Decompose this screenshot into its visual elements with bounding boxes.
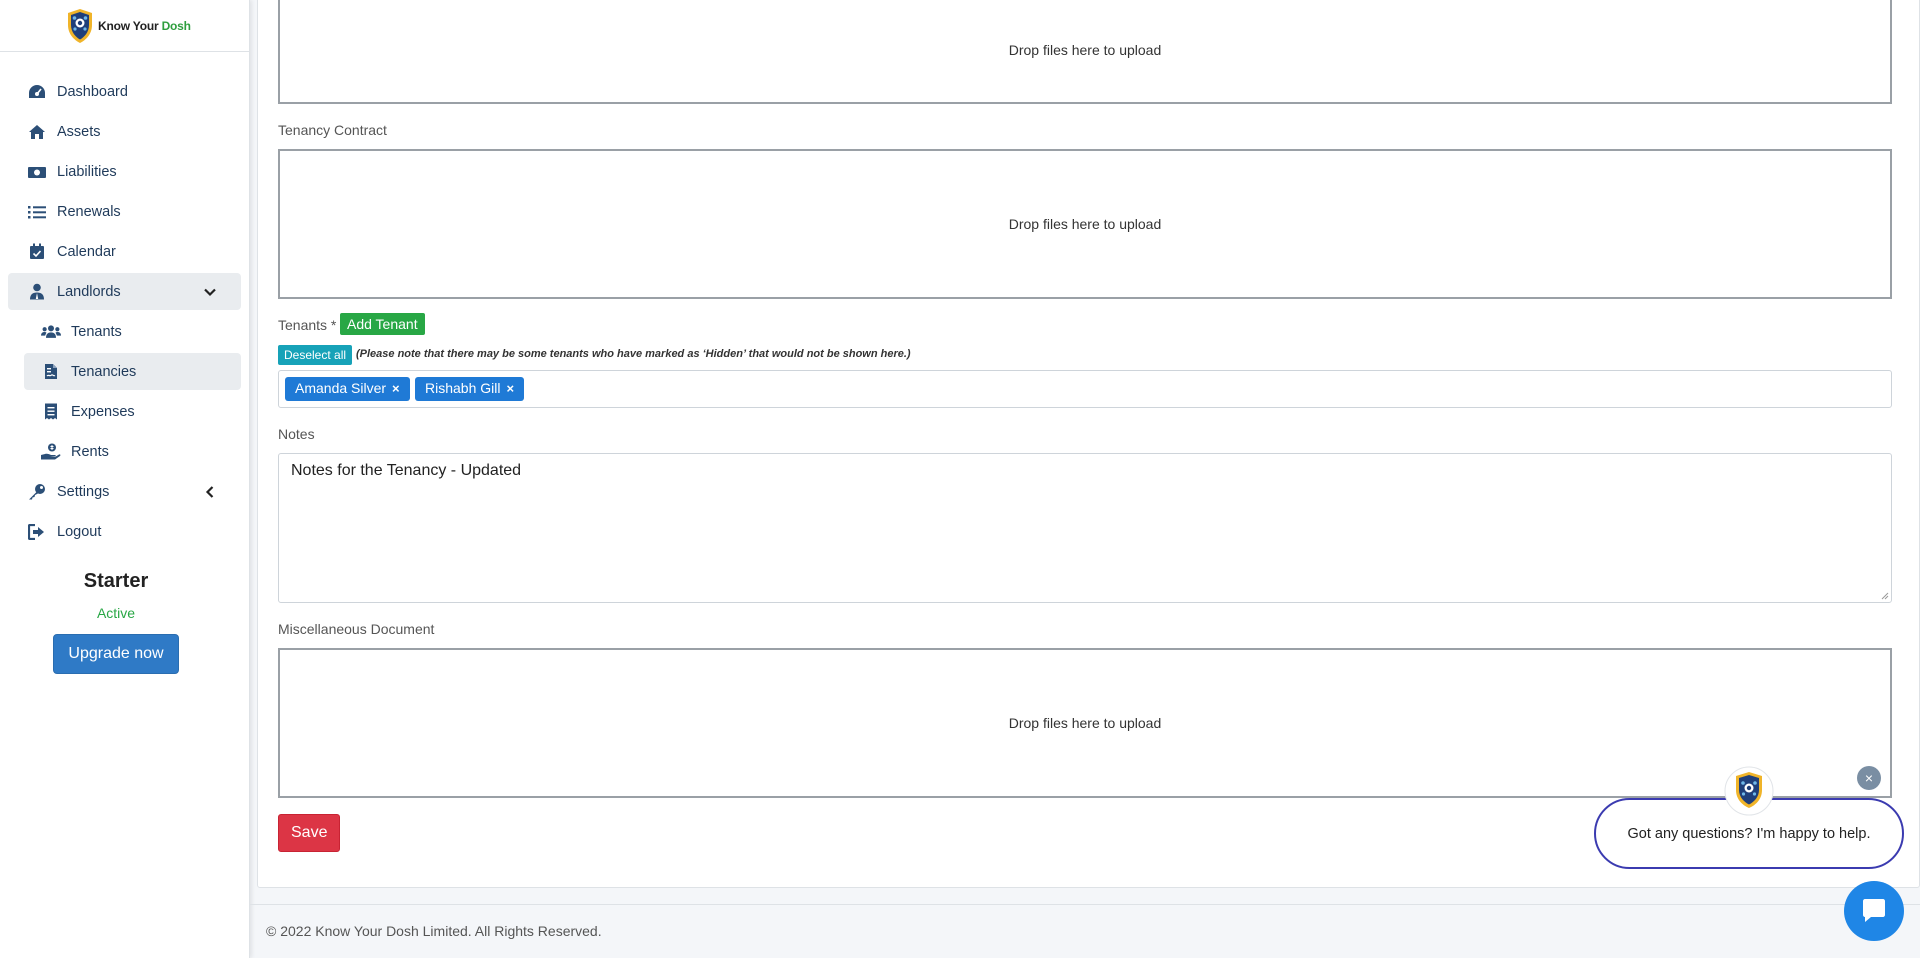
sidebar-item-label: Settings <box>57 483 110 500</box>
sidebar-item-label: Liabilities <box>57 163 117 180</box>
dropzone-text: Drop files here to upload <box>1008 42 1162 58</box>
deselect-all-button[interactable]: Deselect all <box>278 345 353 365</box>
dropzone-previous[interactable]: Drop files here to upload <box>278 0 1892 104</box>
money-bill-icon <box>27 163 47 181</box>
sidebar-item-label: Landlords <box>57 283 121 300</box>
sidebar-item-label: Tenancies <box>71 363 137 380</box>
dropzone-misc-document[interactable]: Drop files here to upload <box>278 648 1892 798</box>
shield-logo-icon <box>68 8 92 43</box>
sidebar-item-label: Tenants <box>71 323 122 340</box>
sidebar-item-renewals[interactable]: Renewals <box>8 193 241 230</box>
tenant-tag-label: Rishabh Gill <box>425 380 501 396</box>
list-icon <box>27 203 47 221</box>
resize-handle-icon[interactable] <box>1881 592 1889 600</box>
tenants-note: (Please note that there may be some tena… <box>356 348 911 360</box>
tachometer-icon <box>27 83 47 101</box>
chat-avatar-icon <box>1724 766 1774 816</box>
sidebar-item-tenancies[interactable]: Tenancies <box>24 353 241 390</box>
sidebar-item-liabilities[interactable]: Liabilities <box>8 153 241 190</box>
sidebar-item-label: Rents <box>71 443 109 460</box>
sidebar-item-landlords[interactable]: Landlords <box>8 273 241 310</box>
sidebar-item-label: Assets <box>57 123 101 140</box>
receipt-icon <box>41 403 61 421</box>
chat-message: Got any questions? I'm happy to help. <box>1627 825 1871 842</box>
tenant-tag-label: Amanda Silver <box>295 380 387 396</box>
remove-tag-icon[interactable]: × <box>506 381 514 396</box>
footer-copyright: © 2022 Know Your Dosh Limited. All Right… <box>266 923 602 939</box>
sidebar-item-calendar[interactable]: Calendar <box>8 233 241 270</box>
chat-launcher-button[interactable] <box>1844 881 1904 941</box>
plan-status: Active <box>96 605 136 621</box>
sidebar-item-dashboard[interactable]: Dashboard <box>8 73 241 110</box>
tenant-tag: Rishabh Gill × <box>415 377 525 401</box>
misc-document-label: Miscellaneous Document <box>278 621 435 637</box>
chat-close-button[interactable]: × <box>1857 766 1881 790</box>
save-button[interactable]: Save <box>278 814 341 852</box>
add-tenant-button[interactable]: Add Tenant <box>340 313 425 335</box>
dropzone-tenancy-contract[interactable]: Drop files here to upload <box>278 149 1892 299</box>
sidebar: Know Your Dosh Dashboard Assets Liabilit… <box>0 0 250 958</box>
remove-tag-icon[interactable]: × <box>392 381 400 396</box>
sidebar-item-expenses[interactable]: Expenses <box>24 393 241 430</box>
hand-holding-usd-icon <box>41 443 61 461</box>
sign-out-icon <box>27 523 47 541</box>
notes-textarea[interactable]: Notes for the Tenancy - Updated <box>278 453 1892 603</box>
sidebar-item-label: Logout <box>57 523 102 540</box>
dropzone-text: Drop files here to upload <box>1008 216 1162 232</box>
calendar-check-icon <box>27 243 47 261</box>
close-icon: × <box>1864 770 1874 786</box>
chevron-down-icon <box>204 288 216 297</box>
notes-value: Notes for the Tenancy - Updated <box>291 462 522 479</box>
sidebar-item-label: Calendar <box>57 243 116 260</box>
key-icon <box>27 483 47 501</box>
users-icon <box>41 323 61 341</box>
sidebar-item-settings[interactable]: Settings <box>8 473 241 510</box>
sidebar-item-label: Dashboard <box>57 83 128 100</box>
sidebar-item-assets[interactable]: Assets <box>8 113 241 150</box>
tenants-label: Tenants * <box>278 317 337 333</box>
chevron-left-icon <box>205 486 214 498</box>
notes-label: Notes <box>278 426 315 442</box>
sidebar-item-label: Renewals <box>57 203 121 220</box>
home-icon <box>27 123 47 141</box>
sidebar-item-label: Expenses <box>71 403 135 420</box>
footer-divider <box>250 904 1920 905</box>
tenant-tag: Amanda Silver × <box>285 377 410 401</box>
dropzone-text: Drop files here to upload <box>1008 715 1162 731</box>
tenancy-contract-label: Tenancy Contract <box>278 122 387 138</box>
tenants-select[interactable]: Amanda Silver × Rishabh Gill × <box>278 370 1892 408</box>
chat-bubble-icon <box>1863 899 1885 922</box>
file-contract-icon <box>41 363 61 381</box>
brand[interactable]: Know Your Dosh <box>0 0 249 52</box>
plan-panel: Starter Active Upgrade now <box>0 570 250 674</box>
sidebar-item-tenants[interactable]: Tenants <box>24 313 241 350</box>
plan-name: Starter <box>83 570 149 592</box>
upgrade-button[interactable]: Upgrade now <box>53 634 179 674</box>
user-tie-icon <box>27 283 47 301</box>
sidebar-item-rents[interactable]: Rents <box>24 433 241 470</box>
sidebar-item-logout[interactable]: Logout <box>8 513 241 550</box>
sidebar-nav: Dashboard Assets Liabilities Renewals Ca… <box>0 73 249 550</box>
brand-name: Know Your Dosh <box>98 18 191 33</box>
